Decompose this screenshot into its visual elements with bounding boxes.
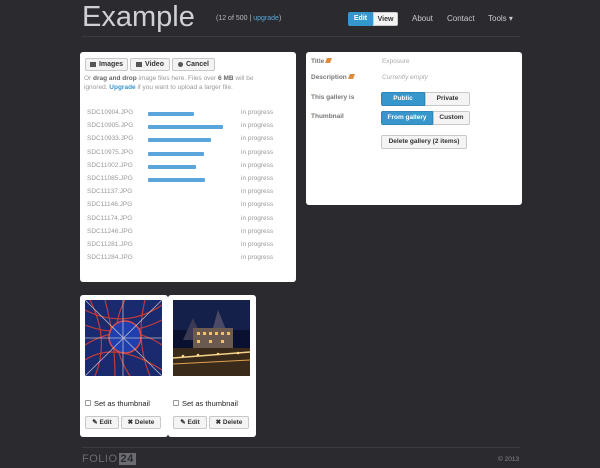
upload-file-status: in progress xyxy=(241,161,274,169)
edit-item-button[interactable]: ✎ Edit xyxy=(173,416,207,429)
upgrade-inline-link[interactable]: Upgrade xyxy=(109,84,135,91)
upload-file-name: SDC10933.JPG xyxy=(87,135,134,143)
footer-logo[interactable]: FOLIO 24 xyxy=(82,453,136,465)
title-value[interactable]: Exposure xyxy=(382,58,409,65)
upload-file-name: SDC10905.JPG xyxy=(87,122,134,130)
description-label: Description xyxy=(311,74,355,81)
site-logo[interactable]: Example xyxy=(82,1,195,34)
header-divider xyxy=(82,36,520,37)
upload-file-status: in progress xyxy=(241,241,274,248)
header: Example (12 of 500 | upgrade) Edit View … xyxy=(0,0,600,40)
thumbnail-from-gallery-toggle[interactable]: From gallery xyxy=(381,111,433,125)
upload-file-name: SDC11281.JPG xyxy=(87,241,133,248)
close-icon: ✖ xyxy=(215,419,223,426)
upload-file-row: SDC11284.JPG in progress xyxy=(87,254,287,264)
gallery-item-card: Set as thumbnail ✎ Edit ✖ Delete xyxy=(80,295,168,437)
upload-file-status: in progress xyxy=(241,109,274,116)
upload-file-name: SDC11146.JPG xyxy=(87,201,133,209)
upload-file-row: SDC11085.JPG in progress xyxy=(87,175,287,185)
nav-tools[interactable]: Tools ▾ xyxy=(488,14,513,23)
upload-progress-bar xyxy=(148,151,204,156)
image-icon xyxy=(89,61,96,67)
ban-icon xyxy=(178,61,184,67)
gallery-item-image[interactable] xyxy=(85,300,162,376)
set-thumbnail-label: Set as thumbnail xyxy=(182,399,238,408)
add-images-button[interactable]: Images xyxy=(85,58,128,71)
close-icon: ✖ xyxy=(127,419,135,426)
upload-file-status: in progress xyxy=(241,135,274,143)
thumbnail-custom-toggle[interactable]: Custom xyxy=(433,111,470,125)
copyright: © 2013 xyxy=(498,456,520,463)
film-icon xyxy=(136,61,143,67)
upload-file-name: SDC11002.JPG xyxy=(87,161,133,169)
view-mode-button[interactable]: View xyxy=(373,12,398,26)
set-thumbnail-label: Set as thumbnail xyxy=(94,399,150,408)
delete-gallery-button[interactable]: Delete gallery (2 items) xyxy=(381,135,467,149)
gallery-properties-panel: Title Exposure Description Currently emp… xyxy=(306,52,522,205)
upload-file-status: in progress xyxy=(241,227,274,235)
upload-file-row: SDC10904.JPG in progress xyxy=(87,109,287,119)
footer-divider xyxy=(82,447,520,448)
upload-progress-bar xyxy=(148,164,196,169)
edit-item-button[interactable]: ✎ Edit xyxy=(85,416,119,429)
upload-file-row: SDC10905.JPG in progress xyxy=(87,122,287,132)
upload-file-name: SDC10975.JPG xyxy=(87,148,134,156)
upload-file-row: SDC10933.JPG in progress xyxy=(87,135,287,145)
upload-file-row: SDC11174.JPG in progress xyxy=(87,215,287,225)
upload-file-status: in progress xyxy=(241,254,274,262)
edit-mode-button[interactable]: Edit xyxy=(348,12,373,26)
upload-file-name: SDC10904.JPG xyxy=(87,109,134,116)
nav-about[interactable]: About xyxy=(412,14,433,23)
upload-file-status: in progress xyxy=(241,201,274,209)
upload-progress-bar xyxy=(148,138,211,143)
upload-file-row: SDC11002.JPG in progress xyxy=(87,162,287,172)
upload-help-text: Or drag and drop image files here. Files… xyxy=(84,75,254,91)
set-thumbnail-checkbox[interactable] xyxy=(85,400,91,406)
upload-file-row: SDC11146.JPG in progress xyxy=(87,201,287,211)
upload-panel: Images Video Cancel Or drag and drop ima… xyxy=(80,52,296,282)
cancel-upload-button[interactable]: Cancel xyxy=(172,58,215,71)
description-value[interactable]: Currently empty xyxy=(382,74,428,81)
nav-contact[interactable]: Contact xyxy=(447,14,475,23)
upload-file-row: SDC10975.JPG in progress xyxy=(87,149,287,159)
upload-file-row: SDC11281.JPG in progress xyxy=(87,241,287,251)
upload-file-name: SDC11246.JPG xyxy=(87,227,133,235)
pencil-icon[interactable] xyxy=(325,58,333,63)
add-video-button[interactable]: Video xyxy=(130,58,170,71)
upload-file-name: SDC11284.JPG xyxy=(87,254,133,262)
upload-file-row: SDC11137.JPG in progress xyxy=(87,188,287,198)
upload-file-name: SDC11137.JPG xyxy=(87,188,133,196)
thumbnail-label: Thumbnail xyxy=(311,113,344,120)
upgrade-link[interactable]: upgrade xyxy=(253,15,279,22)
upload-file-status: in progress xyxy=(241,188,274,196)
private-toggle[interactable]: Private xyxy=(425,92,470,106)
gallery-item-image[interactable] xyxy=(173,300,250,376)
pencil-icon[interactable] xyxy=(347,74,355,79)
upload-progress-bar xyxy=(148,178,205,182)
upload-file-status: in progress xyxy=(241,148,274,156)
title-label: Title xyxy=(311,58,333,65)
item-count: (12 of 500 | upgrade) xyxy=(216,15,282,22)
upload-progress-bar xyxy=(148,112,194,116)
upload-file-name: SDC11174.JPG xyxy=(87,214,133,222)
upload-file-row: SDC11246.JPG in progress xyxy=(87,228,287,238)
upload-file-name: SDC11085.JPG xyxy=(87,175,133,182)
upload-progress-bar xyxy=(148,125,223,130)
delete-item-button[interactable]: ✖ Delete xyxy=(121,416,161,429)
delete-item-button[interactable]: ✖ Delete xyxy=(209,416,249,429)
upload-file-status: in progress xyxy=(241,214,274,222)
visibility-label: This gallery is xyxy=(311,94,355,101)
gallery-item-card: Set as thumbnail ✎ Edit ✖ Delete xyxy=(168,295,256,437)
public-toggle[interactable]: Public xyxy=(381,92,425,106)
upload-file-status: in progress xyxy=(241,175,274,182)
upload-file-status: in progress xyxy=(241,122,274,130)
set-thumbnail-checkbox[interactable] xyxy=(173,400,179,406)
